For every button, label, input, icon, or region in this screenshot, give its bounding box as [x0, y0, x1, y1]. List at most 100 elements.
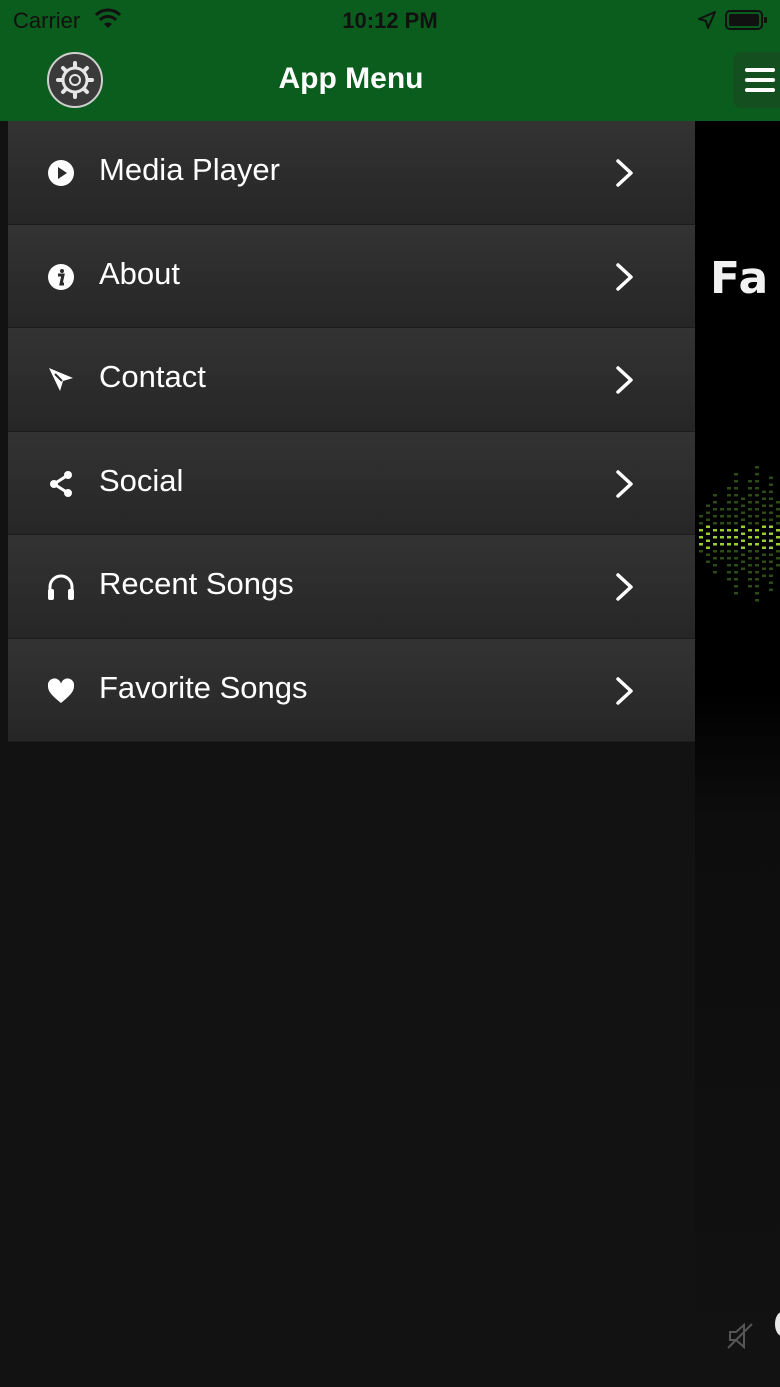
equalizer-dot — [713, 494, 717, 497]
equalizer-dot — [727, 529, 731, 532]
equalizer-dot — [727, 522, 731, 525]
equalizer-dot — [720, 522, 724, 525]
menu-item-label: Recent Songs — [99, 566, 294, 601]
equalizer-dot — [769, 560, 773, 563]
equalizer-dot — [706, 504, 710, 507]
menu-item-media-player[interactable]: Media Player — [8, 121, 695, 225]
equalizer-dot — [713, 529, 717, 532]
chevron-right-icon — [616, 676, 633, 705]
menu-item-recent-songs[interactable]: Recent Songs — [8, 535, 695, 639]
equalizer-dot — [755, 592, 759, 595]
equalizer-dot — [727, 487, 731, 490]
equalizer-dot — [713, 571, 717, 574]
equalizer-dot — [734, 529, 738, 532]
menu-item-about[interactable]: About — [8, 224, 695, 328]
equalizer-dot — [727, 515, 731, 518]
equalizer-dot — [727, 494, 731, 497]
equalizer-dot — [699, 515, 703, 518]
equalizer-dot — [748, 578, 752, 581]
menu-item-contact[interactable]: Contact — [8, 328, 695, 432]
status-time: 10:12 PM — [342, 8, 438, 33]
equalizer-dot — [713, 515, 717, 518]
equalizer-dot — [727, 550, 731, 553]
equalizer-dot — [769, 518, 773, 521]
cursor-arrow-icon — [49, 368, 73, 391]
equalizer-dot — [776, 536, 780, 539]
equalizer-dot — [762, 539, 766, 542]
equalizer-dot — [713, 522, 717, 525]
equalizer-dot — [720, 550, 724, 553]
equalizer-dot — [755, 543, 759, 546]
menu-item-social[interactable]: Social — [8, 431, 695, 535]
equalizer-dot — [734, 557, 738, 560]
equalizer-dot — [741, 539, 745, 542]
equalizer-dot — [755, 473, 759, 476]
equalizer-dot — [769, 567, 773, 570]
equalizer-dot — [776, 557, 780, 560]
equalizer-dot — [713, 550, 717, 553]
equalizer-dot — [720, 508, 724, 511]
equalizer-dot — [755, 501, 759, 504]
equalizer-dot — [748, 543, 752, 546]
equalizer-dot — [699, 536, 703, 539]
equalizer-dot — [769, 504, 773, 507]
menu-item-label: Favorite Songs — [99, 669, 308, 705]
equalizer-dot — [748, 522, 752, 525]
equalizer-dot — [776, 522, 780, 525]
menu-item-label: Social — [99, 462, 184, 498]
equalizer-dot — [748, 550, 752, 553]
chevron-right-icon — [616, 469, 633, 498]
equalizer-dot — [762, 574, 766, 577]
equalizer-dot — [776, 543, 780, 546]
page-title: App Menu — [278, 62, 424, 95]
equalizer-dot — [755, 529, 759, 532]
equalizer-dot — [720, 536, 724, 539]
equalizer-dot — [706, 532, 710, 535]
nav-header: App Menu — [0, 40, 780, 121]
equalizer-dot — [755, 522, 759, 525]
equalizer-dot — [713, 564, 717, 567]
equalizer-dot — [748, 529, 752, 532]
equalizer-dot — [713, 501, 717, 504]
equalizer-dot — [713, 536, 717, 539]
equalizer-dot — [755, 571, 759, 574]
mute-icon[interactable] — [724, 1320, 756, 1352]
equalizer-dot — [734, 592, 738, 595]
info-icon — [48, 263, 74, 290]
equalizer-dot — [769, 483, 773, 486]
equalizer-dot — [713, 557, 717, 560]
equalizer-dot — [734, 515, 738, 518]
equalizer-dot — [755, 578, 759, 581]
equalizer-dot — [713, 508, 717, 511]
equalizer-dot — [762, 532, 766, 535]
equalizer-dot — [706, 518, 710, 521]
equalizer-dot — [748, 515, 752, 518]
equalizer-dot — [741, 553, 745, 556]
equalizer-dot — [748, 501, 752, 504]
equalizer-dot — [762, 546, 766, 549]
equalizer-dot — [706, 511, 710, 514]
equalizer-dot — [734, 508, 738, 511]
equalizer-dot — [755, 480, 759, 483]
equalizer-dot — [706, 539, 710, 542]
equalizer-dot — [748, 487, 752, 490]
equalizer-dot — [755, 585, 759, 588]
equalizer-dot — [762, 490, 766, 493]
equalizer-dot — [755, 466, 759, 469]
equalizer-dot — [776, 564, 780, 567]
equalizer-dot — [755, 550, 759, 553]
equalizer-dot — [741, 504, 745, 507]
equalizer-dot — [755, 599, 759, 602]
heart-icon — [47, 677, 75, 703]
equalizer-dot — [734, 536, 738, 539]
chevron-right-icon — [616, 262, 633, 291]
side-menu: Media Player About Contact Social Recent… — [8, 121, 695, 742]
equalizer-dot — [755, 508, 759, 511]
equalizer-dot — [762, 553, 766, 556]
equalizer-dot — [699, 550, 703, 553]
equalizer-dot — [706, 553, 710, 556]
menu-item-favorite-songs[interactable]: Favorite Songs — [8, 638, 695, 742]
equalizer-dot — [727, 543, 731, 546]
equalizer-dot — [769, 525, 773, 528]
hamburger-menu-button[interactable] — [733, 52, 780, 108]
